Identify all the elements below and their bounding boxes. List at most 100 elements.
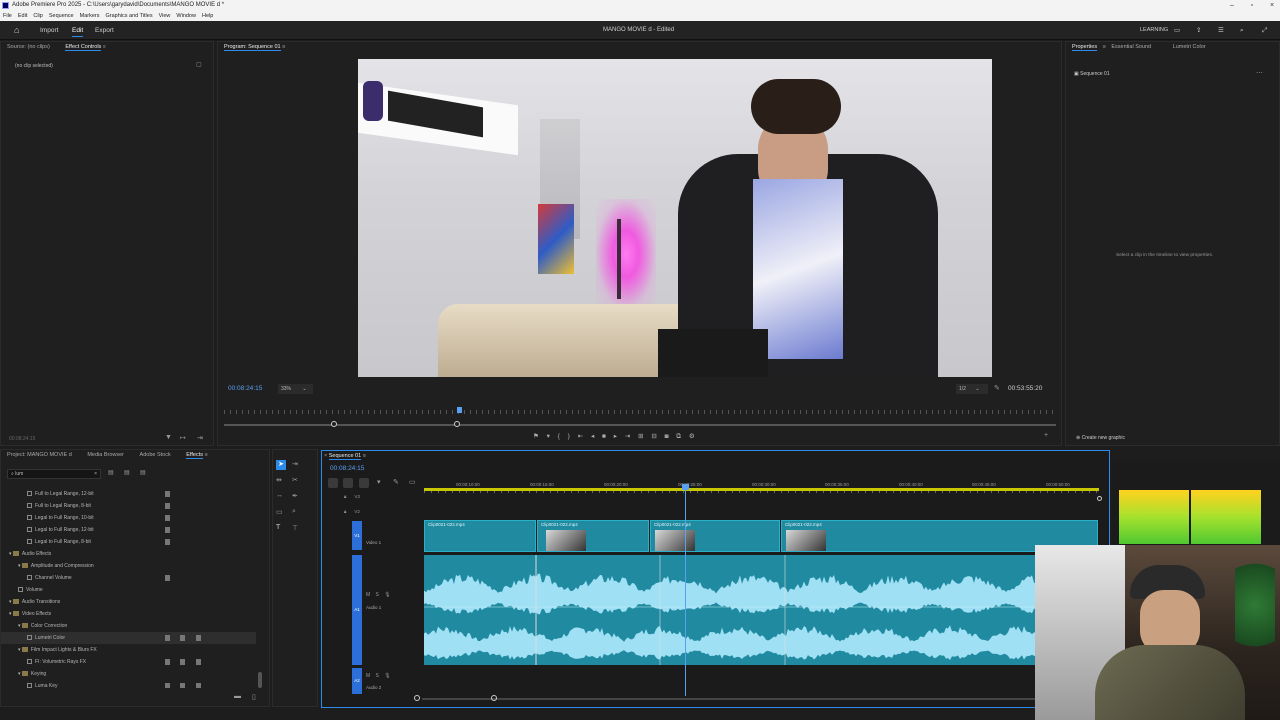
effects-folder[interactable]: ▾ Video Effects	[1, 608, 256, 620]
zoom-select[interactable]: 33% ⌄	[278, 384, 313, 394]
timeline-scrollbar[interactable]	[422, 698, 1098, 700]
rectangle-icon[interactable]: ▭	[276, 508, 283, 516]
tab-essential-sound[interactable]: Essential Sound	[1111, 44, 1151, 50]
tab-effect-controls[interactable]: Effect Controls	[65, 44, 102, 51]
add-marker-icon[interactable]: ▾	[547, 433, 550, 440]
tab-media-browser[interactable]: Media Browser	[87, 452, 124, 458]
menu-edit[interactable]: Edit	[18, 13, 27, 19]
compare-icon[interactable]: ⧉	[676, 433, 681, 440]
scroll-handle-left[interactable]	[331, 421, 337, 427]
scroll-handle-right[interactable]	[454, 421, 460, 427]
selection-tool-icon[interactable]: ➤	[276, 460, 286, 470]
track-v2[interactable]: 🔒︎ V2	[322, 509, 422, 514]
32bit-icon[interactable]: ▤	[124, 469, 130, 476]
captions-icon[interactable]: ▭	[409, 478, 416, 486]
settings-icon[interactable]: ⚙	[689, 433, 695, 440]
filter-icon[interactable]: ▼	[165, 434, 172, 441]
wrench-icon[interactable]: ✎	[994, 384, 1000, 392]
slip-icon[interactable]: ↔	[276, 492, 283, 499]
menu-clip[interactable]: Clip	[33, 13, 42, 19]
close-icon[interactable]: ×	[1262, 0, 1280, 11]
export-frame-icon[interactable]: ↦	[180, 434, 186, 442]
close-icon[interactable]: ×	[324, 453, 327, 459]
audio-clip-a1[interactable]	[424, 555, 1036, 665]
zoom-scrollbar[interactable]	[224, 424, 1056, 426]
camera-icon[interactable]: ◙	[665, 433, 669, 440]
tab-edit[interactable]: Edit	[72, 21, 84, 37]
effects-folder[interactable]: ▾ Audio Effects	[1, 548, 256, 560]
video-clip[interactable]: Clip0021-022.mp4	[650, 520, 780, 552]
panel-menu-icon[interactable]: ≡	[1103, 44, 1106, 50]
effect-item[interactable]: Channel Volume	[1, 572, 256, 584]
track-v3[interactable]: 🔒︎ V3	[322, 494, 422, 499]
tab-lumetri-color[interactable]: Lumetri Color	[1173, 44, 1206, 50]
tab-adobe-stock[interactable]: Adobe Stock	[140, 452, 171, 458]
step-forward-icon[interactable]: ▸	[614, 433, 617, 440]
razor-icon[interactable]: ✂	[292, 476, 298, 484]
panel-menu-icon[interactable]: ≡	[103, 42, 106, 53]
mark-in-icon[interactable]: {	[558, 433, 560, 440]
a2-source-patch[interactable]: A2	[352, 668, 362, 694]
tab-import[interactable]: Import	[40, 21, 58, 40]
panels-icon[interactable]: ☰	[1218, 21, 1224, 40]
timeline-timecode[interactable]: 00:08:24:15	[330, 465, 364, 472]
go-to-icon[interactable]: ⇥	[197, 434, 203, 442]
tab-project[interactable]: Project: MANGO MOVIE d	[7, 452, 72, 458]
program-timecode[interactable]: 00:08:24:15	[228, 385, 262, 392]
tab-export[interactable]: Export	[95, 21, 114, 40]
create-graphic-button[interactable]: ⊕ Create new graphic	[1076, 435, 1125, 441]
search-icon[interactable]: ⌕	[1240, 21, 1244, 40]
learning-label[interactable]: LEARNING	[1140, 21, 1168, 40]
delete-icon[interactable]: ▯	[252, 693, 256, 701]
video-clip[interactable]: Clip0021-022.mp4	[424, 520, 536, 552]
menu-file[interactable]: File	[3, 13, 12, 19]
effects-folder[interactable]: ▾ Film Impact Lights & Blurs FX	[1, 644, 256, 656]
ripple-edit-icon[interactable]: ⇹	[276, 476, 282, 484]
program-ruler[interactable]	[224, 410, 1056, 414]
workspaces-icon[interactable]: ▭	[1174, 21, 1180, 40]
scroll-handle-right[interactable]	[491, 695, 497, 701]
effects-folder[interactable]: ▾ Keying	[1, 668, 256, 680]
panel-toggle-icon[interactable]: ▢	[196, 61, 202, 68]
new-bin-icon[interactable]: ▬	[234, 693, 241, 700]
menu-graphics[interactable]: Graphics and Titles	[106, 13, 153, 19]
effects-folder[interactable]: ▾ Audio Transitions	[1, 596, 256, 608]
effects-search-input[interactable]: lum	[15, 471, 23, 477]
effect-item[interactable]: Full to Legal Range, 8-bit	[1, 500, 256, 512]
share-icon[interactable]: ⇪	[1196, 21, 1201, 40]
effect-item[interactable]: Luma Key	[1, 680, 256, 688]
zoom-icon[interactable]: ⌕	[292, 508, 296, 516]
effect-item[interactable]: Lumetri Color	[1, 632, 256, 644]
v1-source-patch[interactable]: V1	[352, 521, 362, 550]
yuv-icon[interactable]: ▤	[140, 469, 146, 476]
effect-item[interactable]: FI: Volumetric Rays FX	[1, 656, 256, 668]
stop-icon[interactable]: ■	[602, 433, 606, 440]
program-playhead[interactable]	[457, 407, 462, 413]
maximize-icon[interactable]: ▫	[1242, 0, 1262, 11]
extract-icon[interactable]: ⊟	[651, 433, 656, 440]
playhead-handle[interactable]	[682, 484, 689, 490]
scroll-handle-left[interactable]	[414, 695, 420, 701]
add-marker-icon[interactable]: ▾	[377, 478, 381, 486]
a2-track-controls[interactable]: M S 🎙︎	[366, 673, 391, 679]
vertical-type-icon[interactable]: ⊤	[292, 524, 298, 532]
menu-view[interactable]: View	[159, 13, 171, 19]
lift-icon[interactable]: ⊞	[638, 433, 643, 440]
home-icon[interactable]: ⌂	[14, 21, 19, 40]
panel-menu-icon[interactable]: ≡	[205, 452, 208, 458]
accelerated-icon[interactable]: ▤	[108, 469, 114, 476]
menu-help[interactable]: Help	[202, 13, 213, 19]
track-select-icon[interactable]: ⇥	[292, 460, 298, 468]
sequence-item[interactable]: ▣ Sequence 01	[1074, 71, 1110, 77]
pen-icon[interactable]: ✒	[292, 492, 298, 500]
menu-window[interactable]: Window	[176, 13, 196, 19]
marker-icon[interactable]: ⚑	[533, 433, 539, 440]
menu-sequence[interactable]: Sequence	[49, 13, 74, 19]
tab-effects[interactable]: Effects	[186, 452, 203, 459]
mark-out-icon[interactable]: }	[568, 433, 570, 440]
video-clip[interactable]: Clip0021-022.mp4	[537, 520, 649, 552]
a1-track-controls[interactable]: M S 🎙︎	[366, 592, 391, 598]
minimize-icon[interactable]: –	[1222, 0, 1242, 11]
resolution-select[interactable]: 1/2 ⌄	[956, 384, 988, 394]
clear-icon[interactable]: ×	[94, 470, 97, 479]
